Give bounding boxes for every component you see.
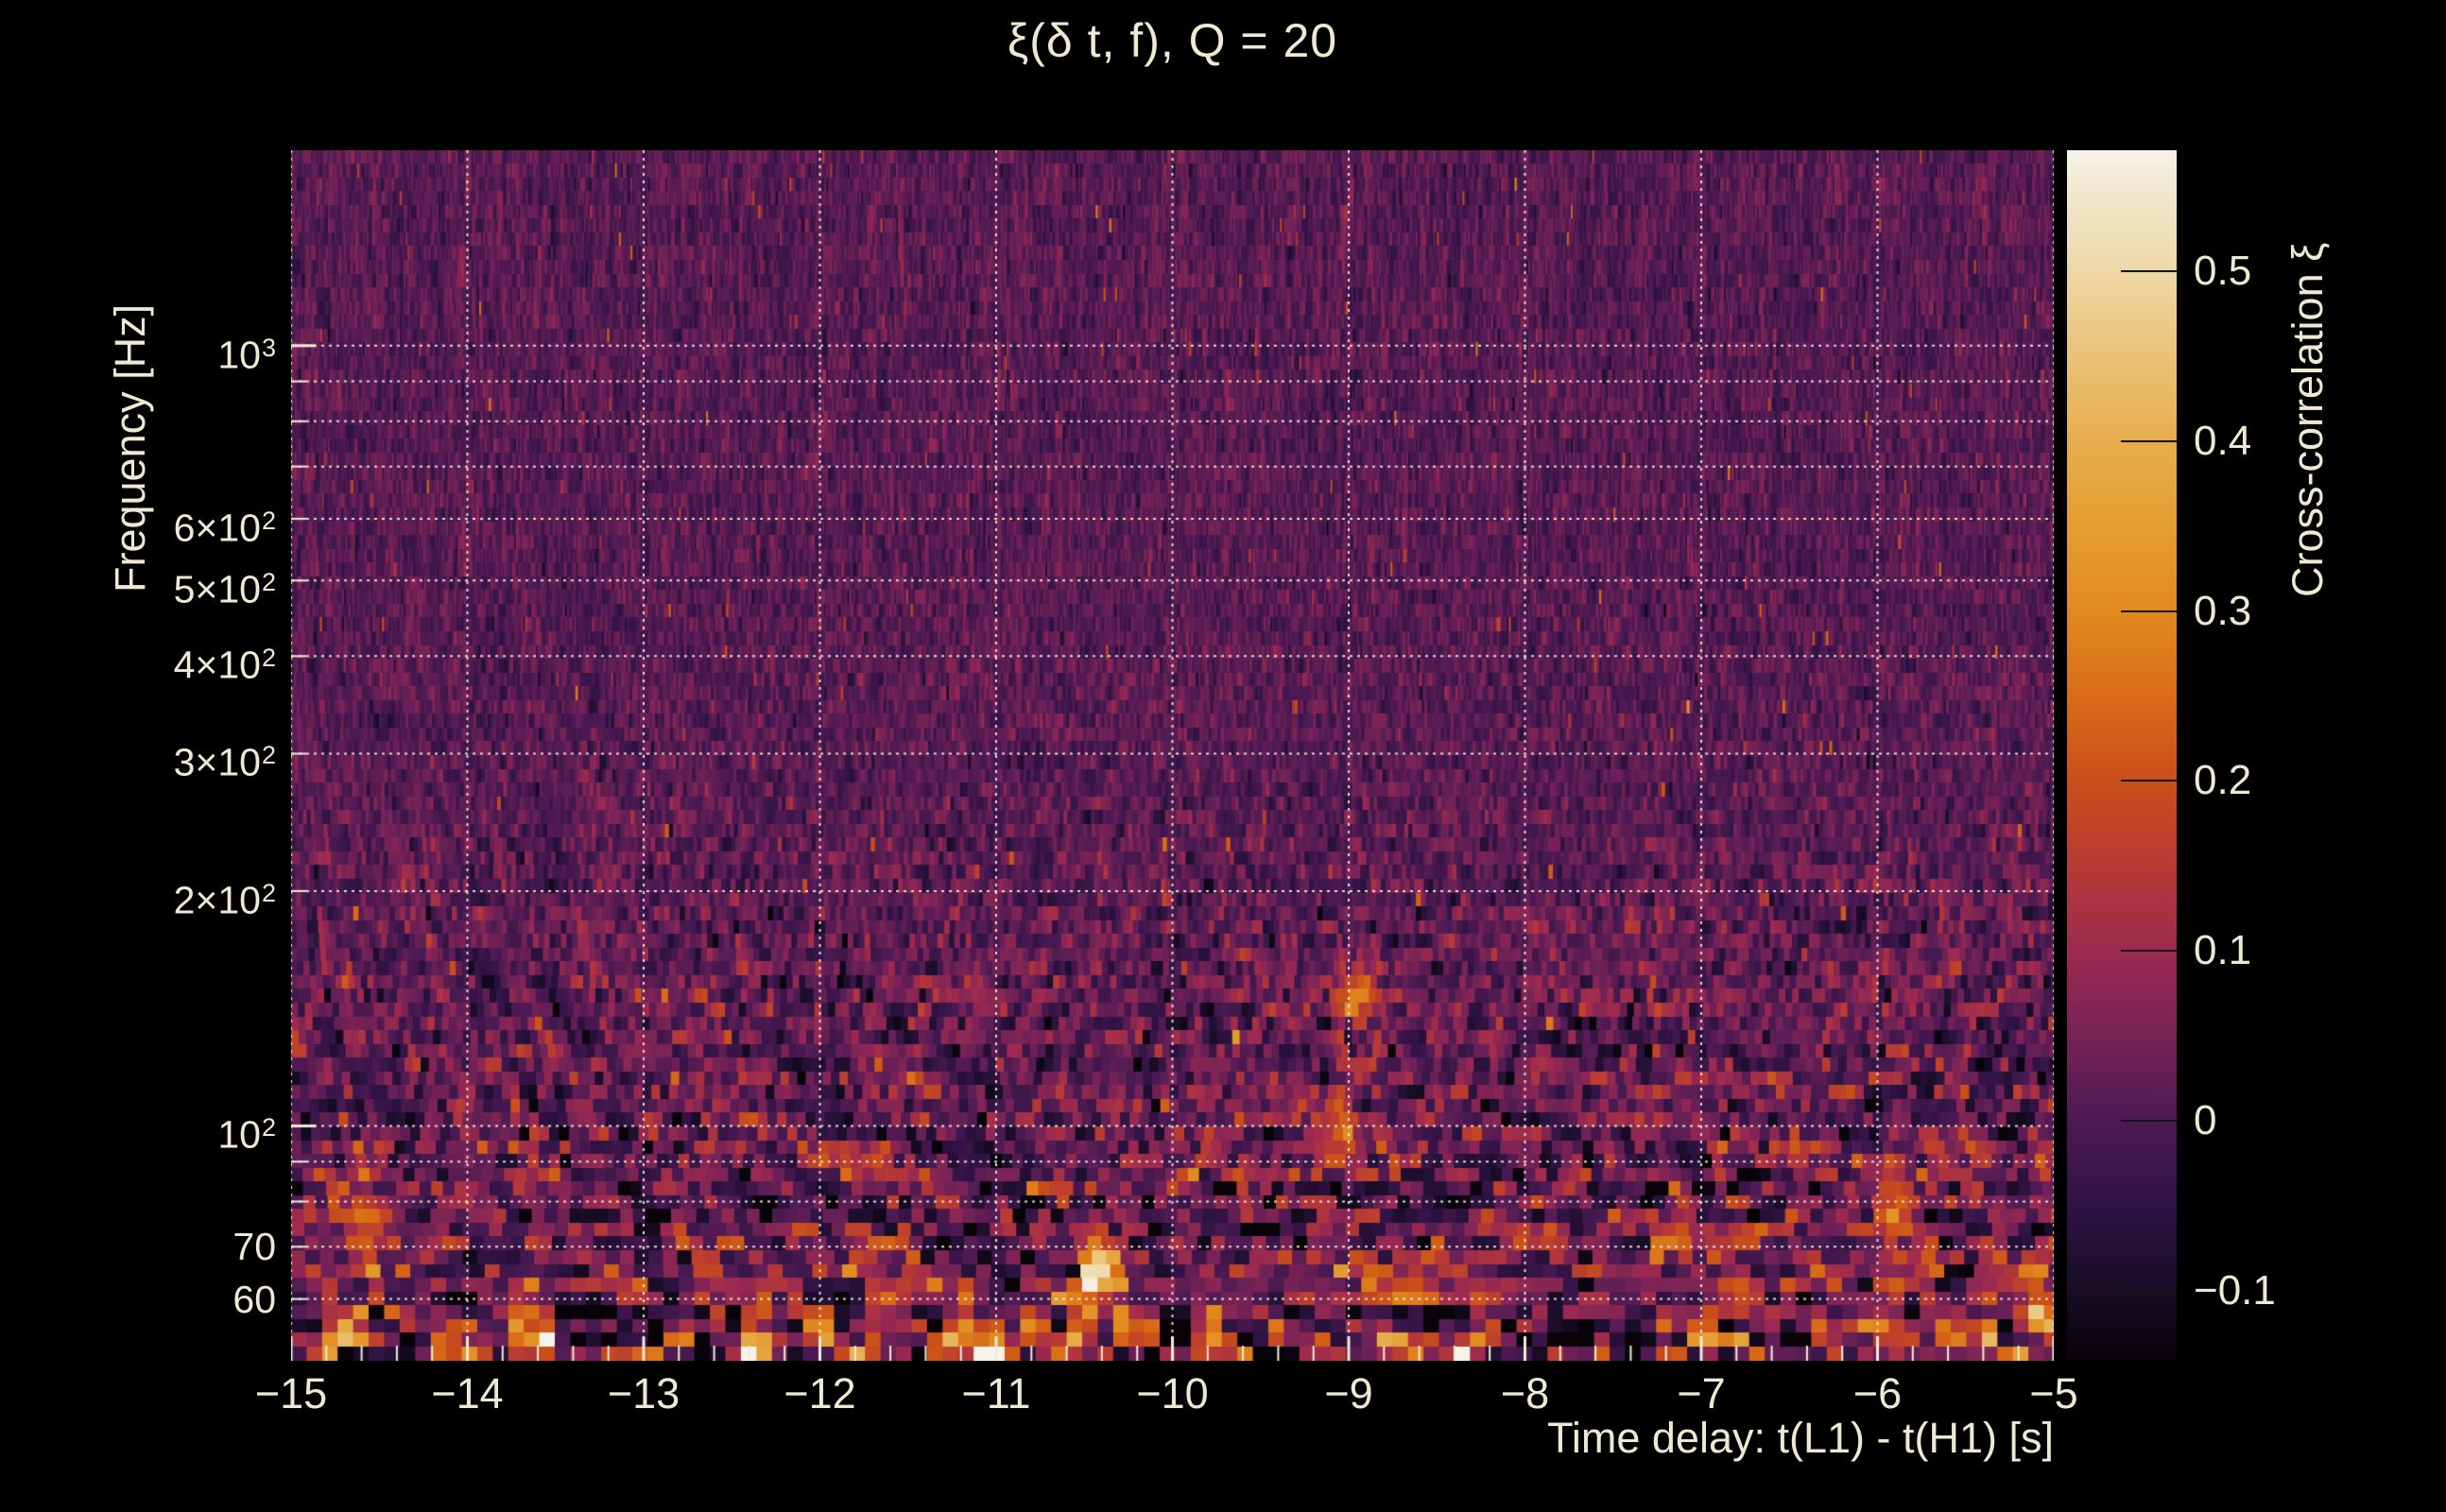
colorbar-tick-mark xyxy=(2121,1120,2177,1123)
colorbar-tick-label: 0.2 xyxy=(2194,757,2252,804)
x-tick-label: −15 xyxy=(254,1369,328,1418)
colorbar-tick-label: 0 xyxy=(2194,1097,2217,1144)
y-tick-label: 4×102 xyxy=(173,643,276,687)
x-tick-label: −12 xyxy=(784,1369,856,1418)
x-tick-label: −5 xyxy=(2029,1369,2078,1418)
x-tick-label: −9 xyxy=(1324,1369,1373,1418)
cross-correlation-heatmap xyxy=(291,150,2054,1361)
colorbar-title: Cross-correlation ξ xyxy=(2283,242,2332,597)
colorbar-gradient xyxy=(2067,150,2177,1361)
y-tick-label: 102 xyxy=(217,1113,276,1158)
y-tick-label: 70 xyxy=(233,1225,276,1269)
y-tick-label: 5×102 xyxy=(173,567,276,611)
colorbar-tick-mark xyxy=(2121,439,2177,442)
x-tick-label: −10 xyxy=(1136,1369,1209,1418)
y-tick-label: 103 xyxy=(217,333,276,377)
colorbar-tick-label: −0.1 xyxy=(2194,1267,2276,1314)
y-tick-label: 6×102 xyxy=(173,506,276,550)
x-axis-title: Time delay: t(L1) - t(H1) [s] xyxy=(1547,1414,2054,1462)
x-tick-label: −7 xyxy=(1677,1369,1726,1418)
qscan-cross-correlation-figure: ξ(δ t, f), Q = 20 Frequency [Hz] 103 6×10… xyxy=(0,0,2446,1512)
x-tick-label: −13 xyxy=(607,1369,680,1418)
y-tick-label: 3×102 xyxy=(173,741,276,785)
y-tick-label: 60 xyxy=(233,1277,276,1321)
x-tick-label: −11 xyxy=(961,1369,1031,1418)
colorbar-tick-mark xyxy=(2121,269,2177,272)
x-tick-label: −8 xyxy=(1500,1369,1550,1418)
colorbar-tick-mark xyxy=(2121,610,2177,612)
x-tick-label: −14 xyxy=(431,1369,504,1418)
chart-title: ξ(δ t, f), Q = 20 xyxy=(1007,14,1338,67)
colorbar-tick-mark xyxy=(2121,780,2177,782)
y-tick-label: 2×102 xyxy=(173,878,276,922)
x-tick-label: −6 xyxy=(1852,1369,1903,1418)
colorbar-tick-mark xyxy=(2121,1290,2177,1293)
colorbar-tick-label: 0.1 xyxy=(2194,927,2252,974)
colorbar-tick-mark xyxy=(2121,950,2177,953)
